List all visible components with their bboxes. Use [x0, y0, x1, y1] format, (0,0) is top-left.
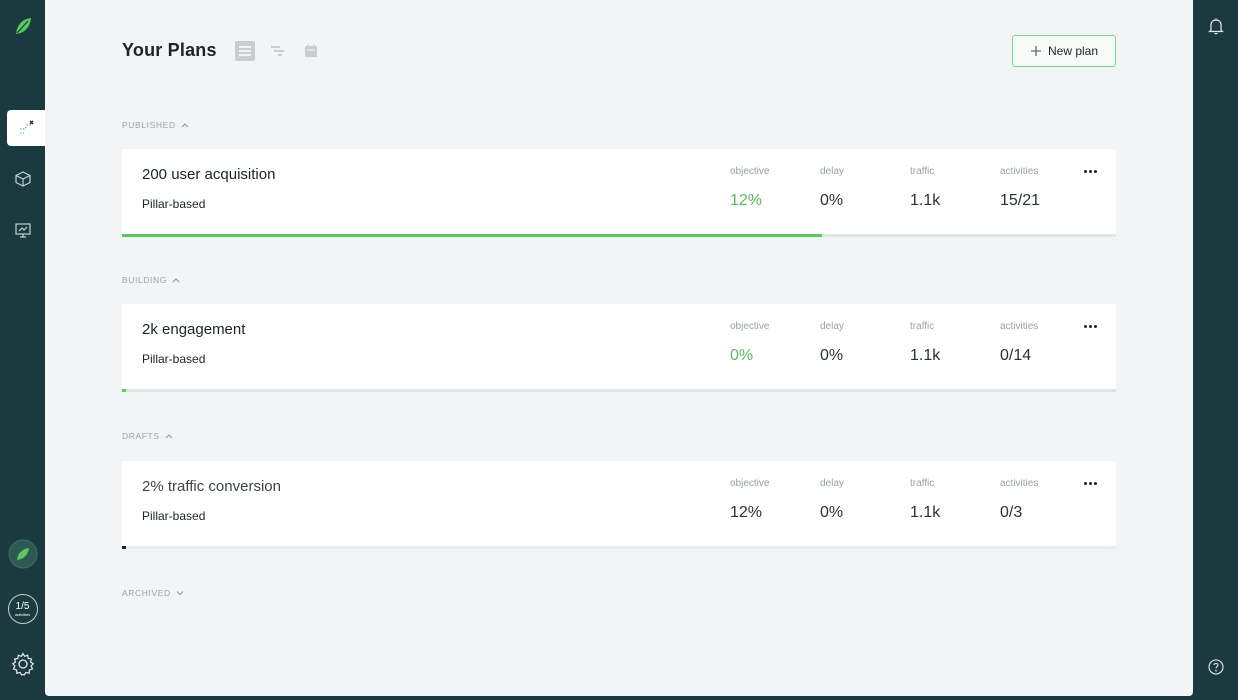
help-icon[interactable] [1207, 658, 1225, 676]
more-options-icon[interactable] [1082, 163, 1098, 179]
package-nav-icon[interactable] [0, 161, 45, 197]
plan-card[interactable]: 2% traffic conversion Pillar-based objec… [122, 461, 1116, 549]
traffic-value: 1.1k [910, 504, 941, 521]
delay-label: delay [820, 166, 844, 177]
progress-fill [122, 546, 126, 549]
section-building-toggle[interactable]: BUILDING [122, 275, 180, 285]
chevron-up-icon [165, 434, 173, 439]
activities-label: activities [1000, 321, 1039, 332]
activities-label: activities [1000, 478, 1039, 489]
activities-value: 15/21 [1000, 192, 1041, 209]
progress-bar [122, 546, 1116, 549]
plan-type: Pillar-based [142, 197, 206, 211]
objective-label: objective [730, 166, 770, 177]
activities-value: 0/14 [1000, 347, 1032, 364]
section-drafts-label: DRAFTS [122, 431, 160, 441]
objective-value: 12% [730, 504, 763, 521]
right-sidebar [1193, 0, 1238, 700]
activities-value: 0/3 [1000, 504, 1023, 521]
bell-icon[interactable] [1206, 16, 1226, 36]
plan-title[interactable]: 2k engagement [142, 321, 245, 338]
objective-value: 12% [730, 192, 763, 209]
presentation-nav-icon[interactable] [0, 212, 45, 248]
calendar-view-icon[interactable] [300, 40, 322, 62]
section-drafts-toggle[interactable]: DRAFTS [122, 431, 173, 441]
new-plan-label: New plan [1047, 44, 1099, 58]
new-plan-button[interactable]: New plan [1012, 35, 1116, 67]
activities-label: activities [1000, 166, 1039, 177]
activities-counter[interactable]: 1/5 activities [0, 591, 45, 627]
timeline-view-icon[interactable] [267, 40, 289, 62]
objective-label: objective [730, 321, 770, 332]
more-options-icon[interactable] [1082, 318, 1098, 334]
plan-type: Pillar-based [142, 509, 206, 523]
delay-label: delay [820, 478, 844, 489]
plan-card[interactable]: 2k engagement Pillar-based objective del… [122, 304, 1116, 392]
logo-icon[interactable] [0, 8, 45, 44]
plan-card[interactable]: 200 user acquisition Pillar-based object… [122, 149, 1116, 237]
delay-value: 0% [820, 192, 844, 209]
traffic-value: 1.1k [910, 192, 941, 209]
chevron-up-icon [172, 278, 180, 283]
progress-bar [122, 234, 1116, 237]
chevron-down-icon [176, 591, 184, 596]
section-archived-label: ARCHIVED [122, 588, 171, 598]
left-sidebar: 1/5 activities [0, 0, 45, 700]
chevron-up-icon [181, 123, 189, 128]
plan-type: Pillar-based [142, 352, 206, 366]
delay-value: 0% [820, 347, 844, 364]
plus-icon [1030, 46, 1041, 56]
settings-gear-icon[interactable] [0, 646, 45, 682]
page-title: Your Plans [122, 40, 217, 60]
traffic-label: traffic [910, 478, 935, 489]
delay-label: delay [820, 321, 844, 332]
activities-counter-value: 1/5 [15, 600, 30, 612]
workspace-avatar-icon[interactable] [0, 536, 45, 572]
progress-bar [122, 389, 1116, 392]
traffic-value: 1.1k [910, 347, 941, 364]
activities-counter-label: activities [14, 611, 31, 617]
plans-nav-icon[interactable] [7, 110, 45, 146]
objective-value: 0% [730, 347, 754, 364]
progress-fill [122, 389, 126, 392]
traffic-label: traffic [910, 321, 935, 332]
progress-fill [122, 234, 822, 237]
traffic-label: traffic [910, 166, 935, 177]
list-view-icon[interactable] [234, 40, 256, 62]
section-published-label: PUBLISHED [122, 120, 176, 130]
more-options-icon[interactable] [1082, 475, 1098, 491]
section-archived-toggle[interactable]: ARCHIVED [122, 588, 184, 598]
objective-label: objective [730, 478, 770, 489]
plan-title[interactable]: 2% traffic conversion [142, 478, 281, 495]
section-published-toggle[interactable]: PUBLISHED [122, 120, 189, 130]
plan-title[interactable]: 200 user acquisition [142, 166, 275, 183]
main-panel: Your Plans New plan PUBLISHED 200 user a… [45, 0, 1193, 696]
section-building-label: BUILDING [122, 275, 167, 285]
delay-value: 0% [820, 504, 844, 521]
